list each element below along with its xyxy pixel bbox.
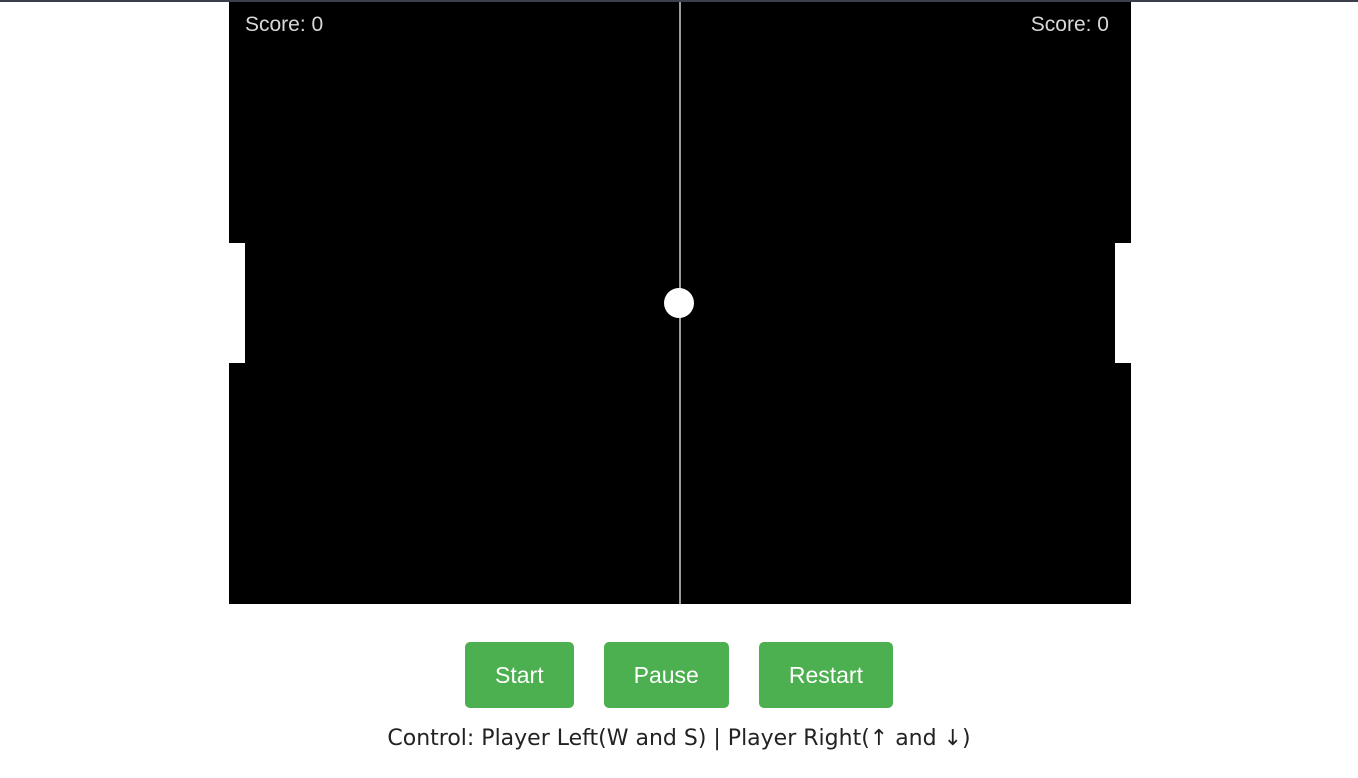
start-button[interactable]: Start (465, 642, 574, 708)
right-player-score: Score: 0 (1030, 13, 1109, 36)
left-player-score: Score: 0 (245, 13, 324, 36)
left-paddle (229, 243, 245, 363)
ball (664, 288, 694, 318)
right-paddle (1115, 243, 1131, 363)
control-buttons: Start Pause Restart (0, 642, 1358, 708)
pause-button[interactable]: Pause (603, 642, 729, 708)
restart-button[interactable]: Restart (758, 642, 893, 708)
control-instructions: Control: Player Left(W and S) | Player R… (387, 726, 971, 751)
game-canvas[interactable]: Score: 0 Score: 0 (229, 2, 1131, 604)
